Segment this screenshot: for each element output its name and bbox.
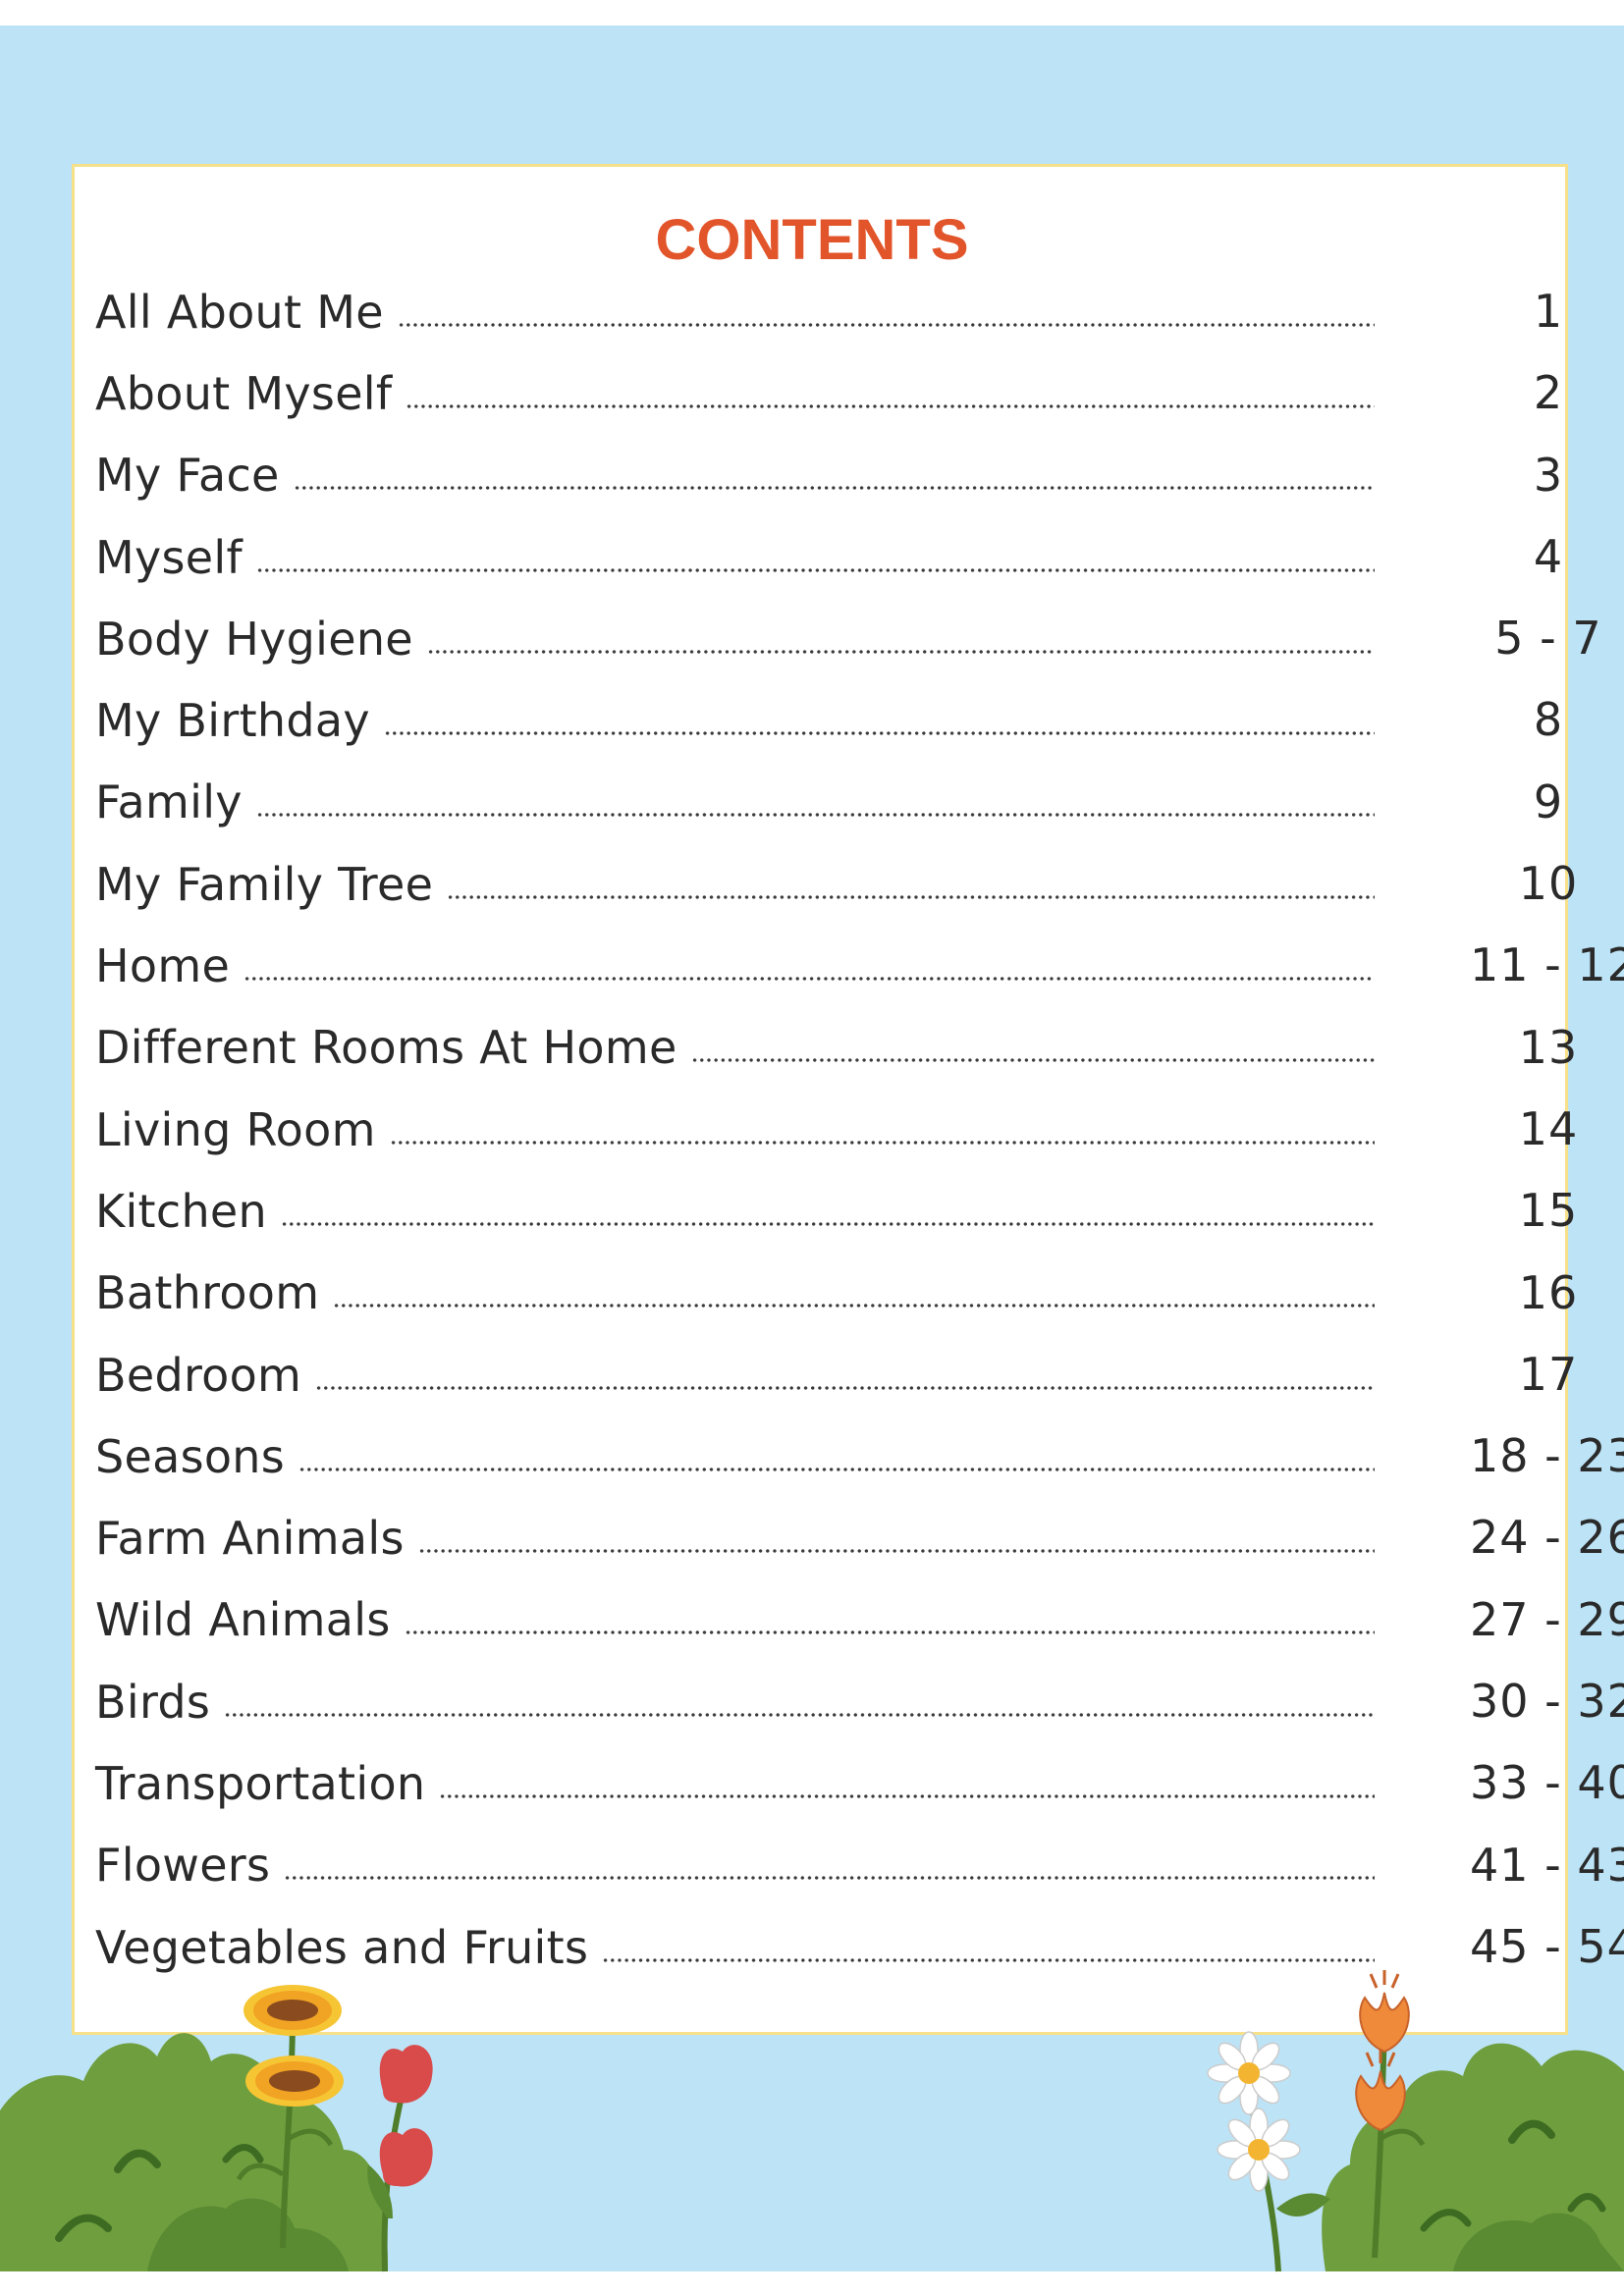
bush-icon	[1322, 2043, 1624, 2271]
daisy-icon	[1207, 2031, 1330, 2272]
garden-decoration	[0, 1970, 1624, 2272]
